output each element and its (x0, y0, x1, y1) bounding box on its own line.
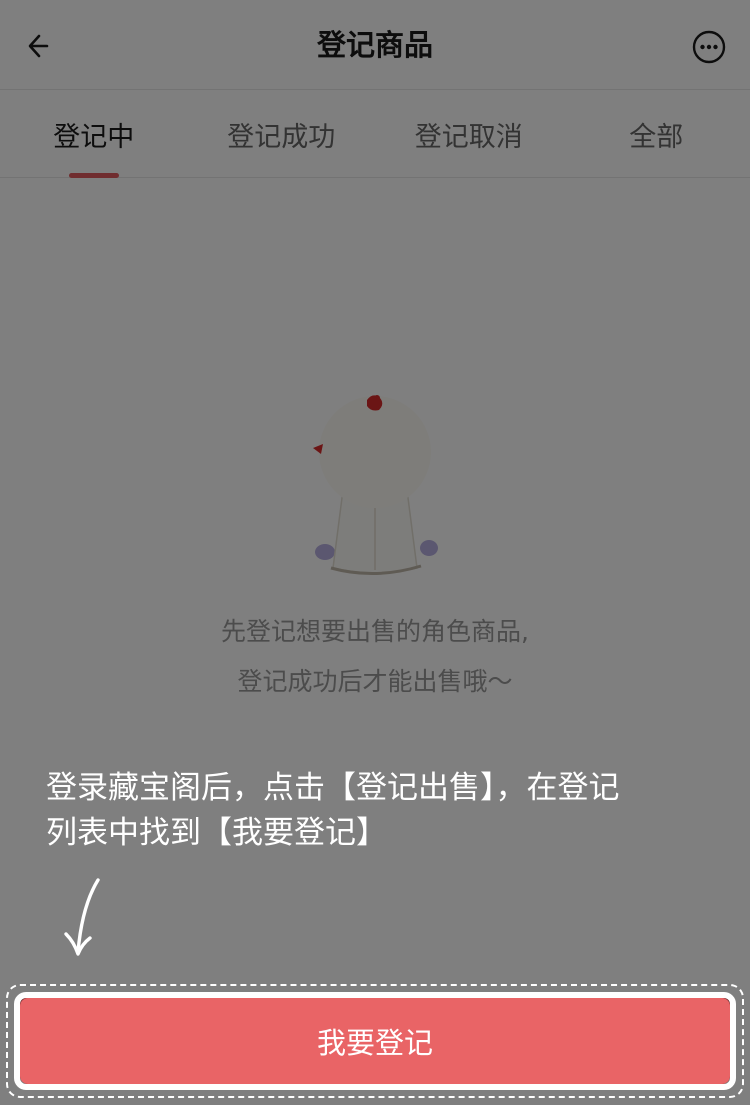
guide-text-line-2: 列表中找到【我要登记】 (46, 815, 387, 851)
highlighted-register-button[interactable]: 我要登记 (20, 998, 730, 1084)
hand-drawn-down-arrow-icon (64, 878, 100, 956)
guide-instruction: 登录藏宝阁后，点击【登记出售】，在登记 列表中找到【我要登记】 (46, 766, 696, 856)
guide-text-line-1: 登录藏宝阁后，点击【登记出售】，在登记 (46, 770, 620, 806)
guide-overlay[interactable] (0, 0, 750, 1105)
